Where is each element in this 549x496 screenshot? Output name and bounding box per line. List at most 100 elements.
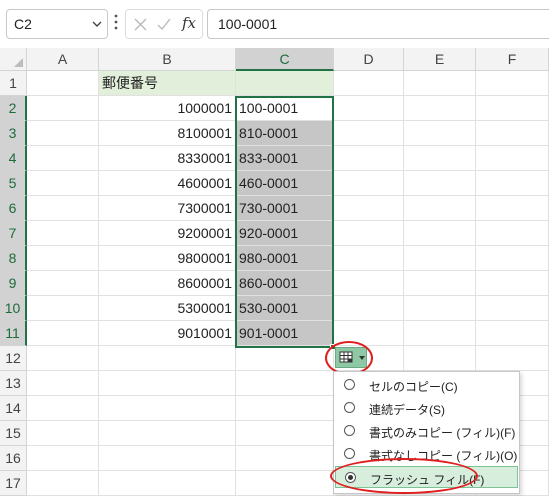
cell-b2[interactable]: 1000001 — [99, 96, 236, 121]
cell-a13[interactable] — [27, 371, 99, 396]
cell-b9[interactable]: 8600001 — [99, 271, 236, 296]
cell-f2[interactable] — [476, 96, 549, 121]
row-header-4[interactable]: 4 — [0, 146, 27, 171]
menu-item-flash-fill[interactable]: フラッシュ フィル(F) — [335, 466, 518, 488]
cell-e4[interactable] — [404, 146, 476, 171]
row-header-8[interactable]: 8 — [0, 246, 27, 271]
cancel-icon[interactable] — [133, 17, 148, 32]
cell-a8[interactable] — [27, 246, 99, 271]
cell-f11[interactable] — [476, 321, 549, 346]
cell-c1[interactable] — [236, 71, 334, 96]
cell-c14[interactable] — [236, 396, 334, 421]
row-header-12[interactable]: 12 — [0, 346, 27, 371]
cell-b8[interactable]: 9800001 — [99, 246, 236, 271]
cell-b3[interactable]: 8100001 — [99, 121, 236, 146]
row-header-5[interactable]: 5 — [0, 171, 27, 196]
cell-f5[interactable] — [476, 171, 549, 196]
cell-c4[interactable]: 833-0001 — [236, 146, 334, 171]
cell-c17[interactable] — [236, 471, 334, 496]
cell-d2[interactable] — [334, 96, 404, 121]
cell-c15[interactable] — [236, 421, 334, 446]
cell-a6[interactable] — [27, 196, 99, 221]
row-header-13[interactable]: 13 — [0, 371, 27, 396]
cell-a14[interactable] — [27, 396, 99, 421]
cell-c2[interactable]: 100-0001 — [236, 96, 334, 121]
cell-f8[interactable] — [476, 246, 549, 271]
cell-e9[interactable] — [404, 271, 476, 296]
cell-a15[interactable] — [27, 421, 99, 446]
cell-c12[interactable] — [236, 346, 334, 371]
cell-e5[interactable] — [404, 171, 476, 196]
cell-a10[interactable] — [27, 296, 99, 321]
cell-d3[interactable] — [334, 121, 404, 146]
cell-a12[interactable] — [27, 346, 99, 371]
cell-b14[interactable] — [99, 396, 236, 421]
enter-check-icon[interactable] — [156, 17, 172, 32]
name-box[interactable]: C2 — [6, 9, 108, 39]
cell-b4[interactable]: 8330001 — [99, 146, 236, 171]
cell-f4[interactable] — [476, 146, 549, 171]
cell-b13[interactable] — [99, 371, 236, 396]
cell-e7[interactable] — [404, 221, 476, 246]
cell-d1[interactable] — [334, 71, 404, 96]
cell-e11[interactable] — [404, 321, 476, 346]
row-header-2[interactable]: 2 — [0, 96, 27, 121]
cell-c11[interactable]: 901-0001 — [236, 321, 334, 346]
row-header-3[interactable]: 3 — [0, 121, 27, 146]
column-header-b[interactable]: B — [99, 48, 236, 71]
column-header-f[interactable]: F — [476, 48, 549, 71]
cell-d6[interactable] — [334, 196, 404, 221]
auto-fill-options-button[interactable] — [335, 347, 367, 368]
cell-f10[interactable] — [476, 296, 549, 321]
cell-d9[interactable] — [334, 271, 404, 296]
menu-item-fill-series[interactable]: 連続データ(S) — [335, 397, 518, 419]
cell-a16[interactable] — [27, 446, 99, 471]
cell-a7[interactable] — [27, 221, 99, 246]
insert-function-icon[interactable]: fx — [182, 14, 196, 32]
cell-e8[interactable] — [404, 246, 476, 271]
row-header-10[interactable]: 10 — [0, 296, 27, 321]
select-all-corner[interactable] — [0, 48, 27, 71]
cell-e3[interactable] — [404, 121, 476, 146]
menu-item-fill-without-formatting[interactable]: 書式なしコピー (フィル)(O) — [335, 443, 518, 465]
cell-d5[interactable] — [334, 171, 404, 196]
row-header-11[interactable]: 11 — [0, 321, 27, 346]
cell-a9[interactable] — [27, 271, 99, 296]
menu-item-copy-cells[interactable]: セルのコピー(C) — [335, 374, 518, 396]
cell-c8[interactable]: 980-0001 — [236, 246, 334, 271]
column-header-c[interactable]: C — [236, 48, 334, 71]
cell-c10[interactable]: 530-0001 — [236, 296, 334, 321]
chevron-down-icon[interactable] — [92, 19, 102, 29]
column-header-d[interactable]: D — [334, 48, 404, 71]
row-header-1[interactable]: 1 — [0, 71, 27, 96]
cell-b10[interactable]: 5300001 — [99, 296, 236, 321]
cell-a11[interactable] — [27, 321, 99, 346]
cell-b12[interactable] — [99, 346, 236, 371]
row-header-17[interactable]: 17 — [0, 471, 27, 496]
cell-e6[interactable] — [404, 196, 476, 221]
cell-f1[interactable] — [476, 71, 549, 96]
cell-b1[interactable]: 郵便番号 — [99, 71, 236, 96]
cell-b16[interactable] — [99, 446, 236, 471]
row-header-16[interactable]: 16 — [0, 446, 27, 471]
cell-f12[interactable] — [476, 346, 549, 371]
cell-a2[interactable] — [27, 96, 99, 121]
cell-e12[interactable] — [404, 346, 476, 371]
cell-b6[interactable]: 7300001 — [99, 196, 236, 221]
cell-b15[interactable] — [99, 421, 236, 446]
cell-e2[interactable] — [404, 96, 476, 121]
cell-b7[interactable]: 9200001 — [99, 221, 236, 246]
menu-item-fill-formatting-only[interactable]: 書式のみコピー (フィル)(F) — [335, 420, 518, 442]
more-options-icon[interactable] — [113, 13, 119, 31]
cell-c9[interactable]: 860-0001 — [236, 271, 334, 296]
cell-c16[interactable] — [236, 446, 334, 471]
cell-b5[interactable]: 4600001 — [99, 171, 236, 196]
column-header-e[interactable]: E — [404, 48, 476, 71]
cell-f7[interactable] — [476, 221, 549, 246]
cell-b17[interactable] — [99, 471, 236, 496]
row-header-7[interactable]: 7 — [0, 221, 27, 246]
cell-d7[interactable] — [334, 221, 404, 246]
formula-input[interactable]: 100-0001 — [207, 9, 549, 39]
cell-c7[interactable]: 920-0001 — [236, 221, 334, 246]
row-header-15[interactable]: 15 — [0, 421, 27, 446]
